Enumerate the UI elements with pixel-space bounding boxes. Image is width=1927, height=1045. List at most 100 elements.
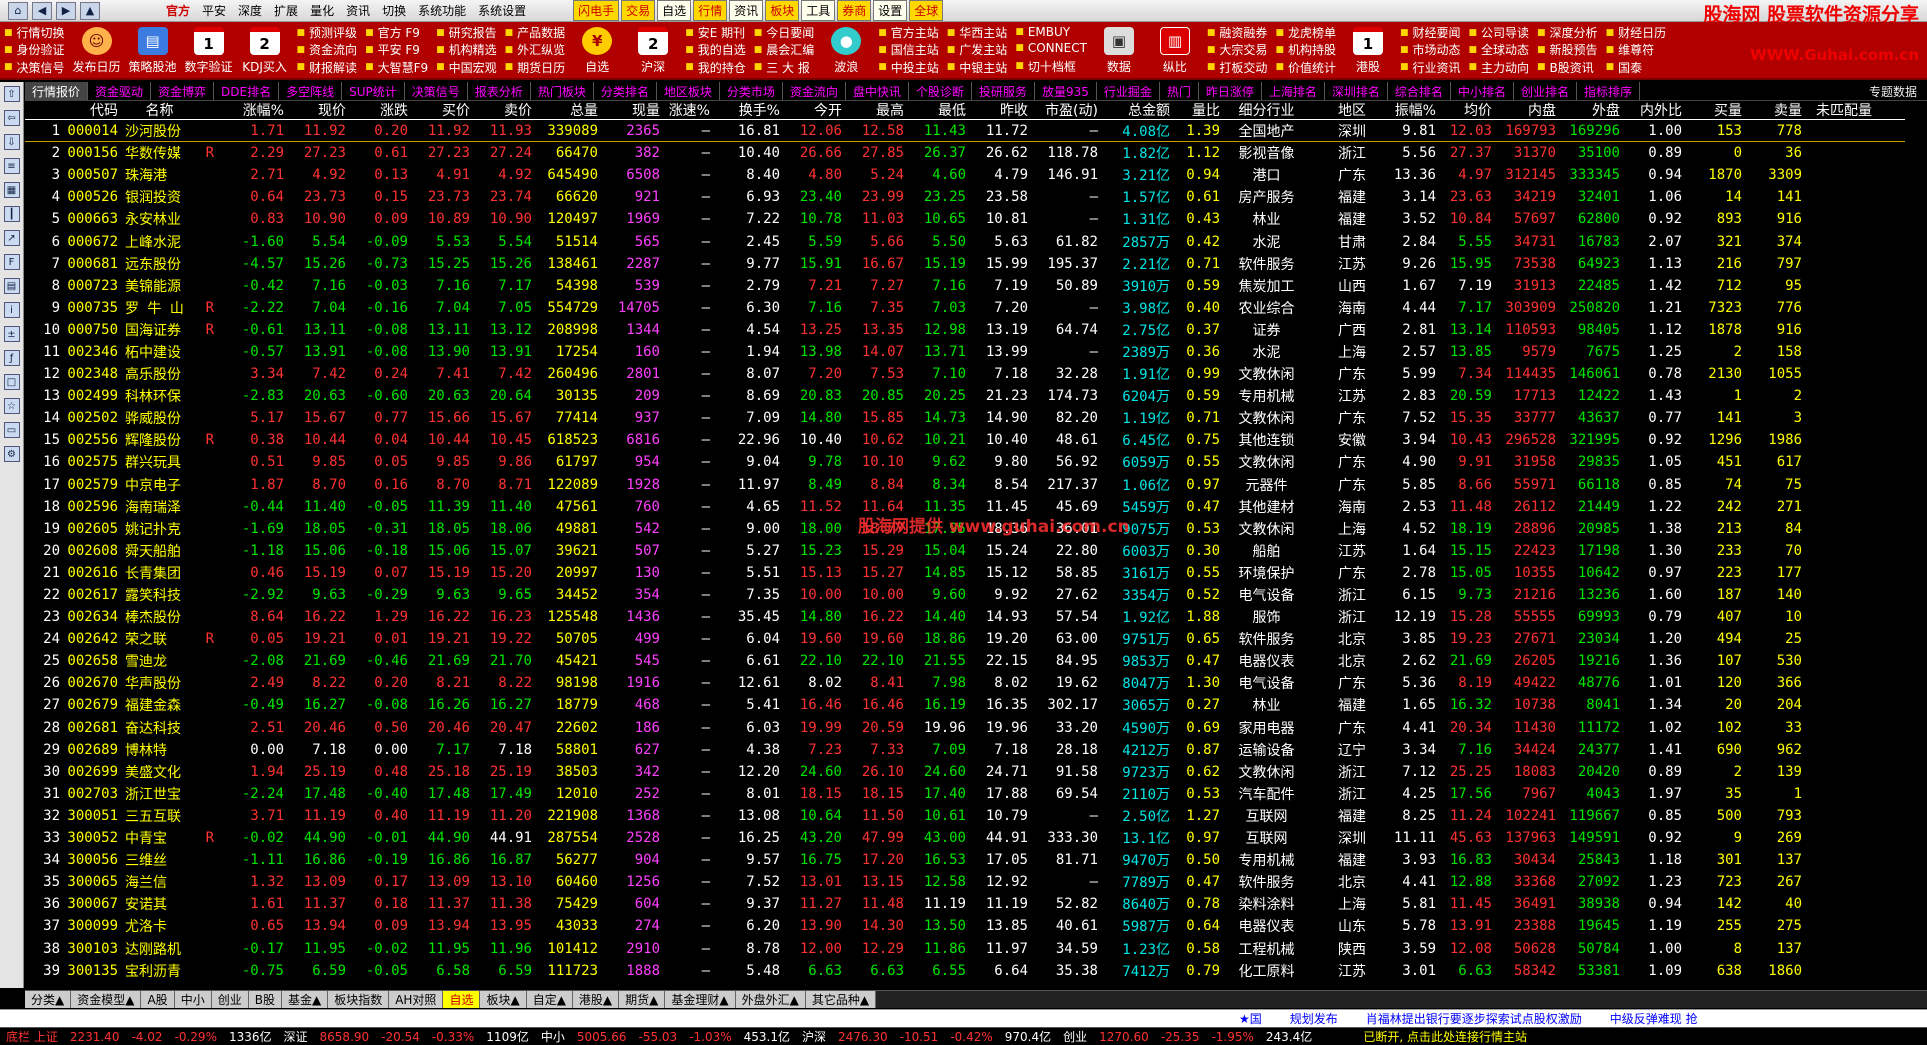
table-row[interactable]: 5 000663 永安林业 0.83 10.90 0.09 10.89 10.90 120497…	[25, 208, 1905, 230]
table-row[interactable]: 28 002681 奋达科技 2.51 20.46 0.50 20.46 20.47 22602…	[25, 717, 1905, 739]
quick-hangqing[interactable]: 行情	[693, 0, 728, 21]
header-ask[interactable]: 卖价	[473, 100, 535, 120]
market-tab-1[interactable]: 资金模型▲	[71, 991, 142, 1008]
tab-3[interactable]: DDE排名	[214, 82, 280, 100]
tb-pingan-f9[interactable]: 平安 F9	[365, 41, 428, 58]
tab-18[interactable]: 热门	[1160, 82, 1199, 100]
tb-product-data[interactable]: 产品数据	[505, 24, 565, 41]
tb-industry-info[interactable]: 行业资讯	[1400, 59, 1460, 76]
back-icon[interactable]: ◀	[32, 1, 52, 20]
sidebar-list-icon[interactable]: ≡	[3, 158, 20, 174]
tb-hushen[interactable]: 2 沪深	[625, 22, 681, 78]
quick-bankuai[interactable]: 板块	[765, 0, 800, 21]
tb-hk[interactable]: 1 港股	[1340, 22, 1396, 78]
header-inner[interactable]: 内盘	[1495, 100, 1559, 120]
tb-bshare-info[interactable]: B股资讯	[1537, 59, 1598, 76]
tb-release-calendar[interactable]: ☺ 发布日历	[69, 22, 125, 78]
tb-dragon-tiger[interactable]: 龙虎榜单	[1275, 24, 1336, 41]
tab-0[interactable]: 行情报价	[25, 82, 89, 100]
tb-ten-level[interactable]: 切十档框	[1015, 58, 1087, 75]
header-avg-price[interactable]: 均价	[1439, 100, 1495, 120]
tb-weizunfu[interactable]: 维尊符	[1606, 41, 1667, 58]
tab-8[interactable]: 热门板块	[531, 82, 594, 100]
market-tab-0[interactable]: 分类▲	[25, 991, 72, 1008]
header-bid-vol[interactable]: 买量	[1685, 100, 1745, 120]
header-turnover[interactable]: 换手%	[713, 100, 783, 120]
connection-message[interactable]: 已断开, 点击此处连接行情主站	[1357, 1028, 1927, 1045]
market-tab-6[interactable]: 基金▲	[281, 991, 329, 1008]
market-tab-10[interactable]: 板块▲	[480, 991, 527, 1008]
tb-market-dyn[interactable]: 市场动态	[1400, 41, 1460, 58]
tab-23[interactable]: 中小排名	[1451, 82, 1514, 100]
news-item[interactable]: ★国	[1225, 1010, 1276, 1027]
tb-zixuan[interactable]: ¥ 自选	[569, 22, 625, 78]
tab-17[interactable]: 行业掘金	[1097, 82, 1160, 100]
tab-5[interactable]: SUP统计	[342, 82, 405, 100]
tb-forex[interactable]: 外汇纵览	[505, 41, 565, 58]
tb-inst-holding[interactable]: 机构持股	[1275, 41, 1336, 58]
menu-zixun[interactable]: 资讯	[340, 2, 376, 19]
header-outer[interactable]: 外盘	[1559, 100, 1623, 120]
tb-company-guide[interactable]: 公司导读	[1469, 24, 1529, 41]
sidebar-kline-icon[interactable]: ┃	[3, 206, 20, 222]
tab-10[interactable]: 地区板块	[657, 82, 720, 100]
sidebar-fx-icon[interactable]: ƒ	[3, 350, 20, 366]
header-change[interactable]: 涨跌	[349, 100, 411, 120]
table-row[interactable]: 31 002703 浙江世宝 -2.24 17.48 -0.40 17.48 17.49 120…	[25, 783, 1905, 805]
table-row[interactable]: 21 002616 长青集团 0.46 15.19 0.07 15.19 15.20 20997…	[25, 562, 1905, 584]
tb-futures-calendar[interactable]: 期货日历	[505, 59, 565, 76]
menu-pingan[interactable]: 平安	[196, 2, 232, 19]
menu-shendu[interactable]: 深度	[232, 2, 268, 19]
table-row[interactable]: 27 002679 福建金森 -0.49 16.27 -0.08 16.26 16.27 187…	[25, 694, 1905, 716]
market-tab-14[interactable]: 基金理财▲	[665, 991, 736, 1008]
tb-shenfen-yanzheng[interactable]: 身份验证	[4, 41, 65, 58]
table-row[interactable]: 2 000156 华数传媒 R 2.29 27.23 0.61 27.23 27.24 66470…	[25, 142, 1905, 164]
tb-fin-calendar[interactable]: 财经日历	[1606, 24, 1666, 41]
table-row[interactable]: 22 002617 露笑科技 -2.92 9.63 -0.29 9.63 9.65 34452 3…	[25, 584, 1905, 606]
sidebar-calc-icon[interactable]: ±	[3, 326, 20, 342]
table-row[interactable]: 8 000723 美锦能源 -0.42 7.16 -0.03 7.16 7.17 54398 53…	[25, 275, 1905, 297]
tb-embuy[interactable]: EMBUY	[1015, 25, 1087, 39]
table-row[interactable]: 33 300052 中青宝 R -0.02 44.90 -0.01 44.90 44.91 287…	[25, 827, 1905, 849]
tab-16[interactable]: 放量935	[1035, 82, 1097, 100]
tab-special-data[interactable]: 专题数据	[1869, 83, 1927, 100]
news-item[interactable]: 规划发布	[1276, 1010, 1352, 1027]
tb-site-huaxi[interactable]: 华西主站	[947, 24, 1007, 41]
quick-quanqiu[interactable]: 全球	[909, 0, 944, 21]
sidebar-info-icon[interactable]: i	[3, 302, 20, 318]
tb-data[interactable]: ▣ 数据	[1091, 22, 1147, 78]
table-row[interactable]: 15 002556 辉隆股份 R 0.38 10.44 0.04 10.44 10.45 6185…	[25, 429, 1905, 451]
sidebar-trend-icon[interactable]: ↗	[3, 230, 20, 246]
header-bid[interactable]: 买价	[411, 100, 473, 120]
table-row[interactable]: 17 002579 中京电子 1.87 8.70 0.16 8.70 8.71 122089 19…	[25, 474, 1905, 496]
tab-19[interactable]: 昨日涨停	[1199, 82, 1262, 100]
tb-my-watchlist[interactable]: 我的自选	[685, 41, 746, 58]
tb-my-holdings[interactable]: 我的持仓	[685, 59, 746, 76]
sidebar-folder-icon[interactable]: ▭	[3, 422, 20, 438]
tb-institution[interactable]: 机构精选	[436, 41, 497, 58]
table-row[interactable]: 29 002689 博林特 0.00 7.18 0.00 7.17 7.18 58801 627 –…	[25, 739, 1905, 761]
market-tab-16[interactable]: 其它品种▲	[805, 991, 877, 1008]
tb-rating[interactable]: 预测评级	[297, 24, 357, 41]
table-row[interactable]: 26 002670 华声股份 2.49 8.22 0.20 8.21 8.22 98198 191…	[25, 672, 1905, 694]
menu-qiehuan[interactable]: 切换	[376, 2, 412, 19]
quick-zixun[interactable]: 资讯	[729, 0, 764, 21]
table-row[interactable]: 35 300065 海兰信 1.32 13.09 0.17 13.09 13.10 60460 1…	[25, 871, 1905, 893]
tb-dazhihui-f9[interactable]: 大智慧F9	[365, 59, 429, 76]
table-row[interactable]: 1 000014 沙河股份 1.71 11.92 0.20 11.92 11.93 339089…	[25, 120, 1905, 143]
tb-deep-analysis[interactable]: 深度分析	[1537, 24, 1598, 41]
menu-system-functions[interactable]: 系统功能	[412, 2, 472, 19]
header-name[interactable]: 名称	[121, 100, 201, 120]
table-row[interactable]: 25 002658 雪迪龙 -2.08 21.69 -0.46 21.69 21.70 4542…	[25, 650, 1905, 672]
table-row[interactable]: 4 000526 银润投资 0.64 23.73 0.15 23.73 23.74 66620 9…	[25, 186, 1905, 208]
tb-board-move[interactable]: 打板交动	[1207, 59, 1267, 76]
market-tab-12[interactable]: 港股▲	[572, 991, 620, 1008]
market-tab-9[interactable]: 自选	[443, 991, 481, 1008]
tb-block-trade[interactable]: 大宗交易	[1207, 41, 1267, 58]
tb-compare[interactable]: ▥ 纵比	[1147, 22, 1203, 78]
tab-13[interactable]: 盘中快讯	[846, 82, 909, 100]
table-row[interactable]: 24 002642 荣之联 R 0.05 19.21 0.01 19.21 19.22 50705…	[25, 628, 1905, 650]
tb-site-zhongtou[interactable]: 中投主站	[878, 59, 939, 76]
tb-new-ipo[interactable]: 新股预告	[1537, 41, 1598, 58]
header-volume-ratio[interactable]: 量比	[1173, 100, 1223, 120]
